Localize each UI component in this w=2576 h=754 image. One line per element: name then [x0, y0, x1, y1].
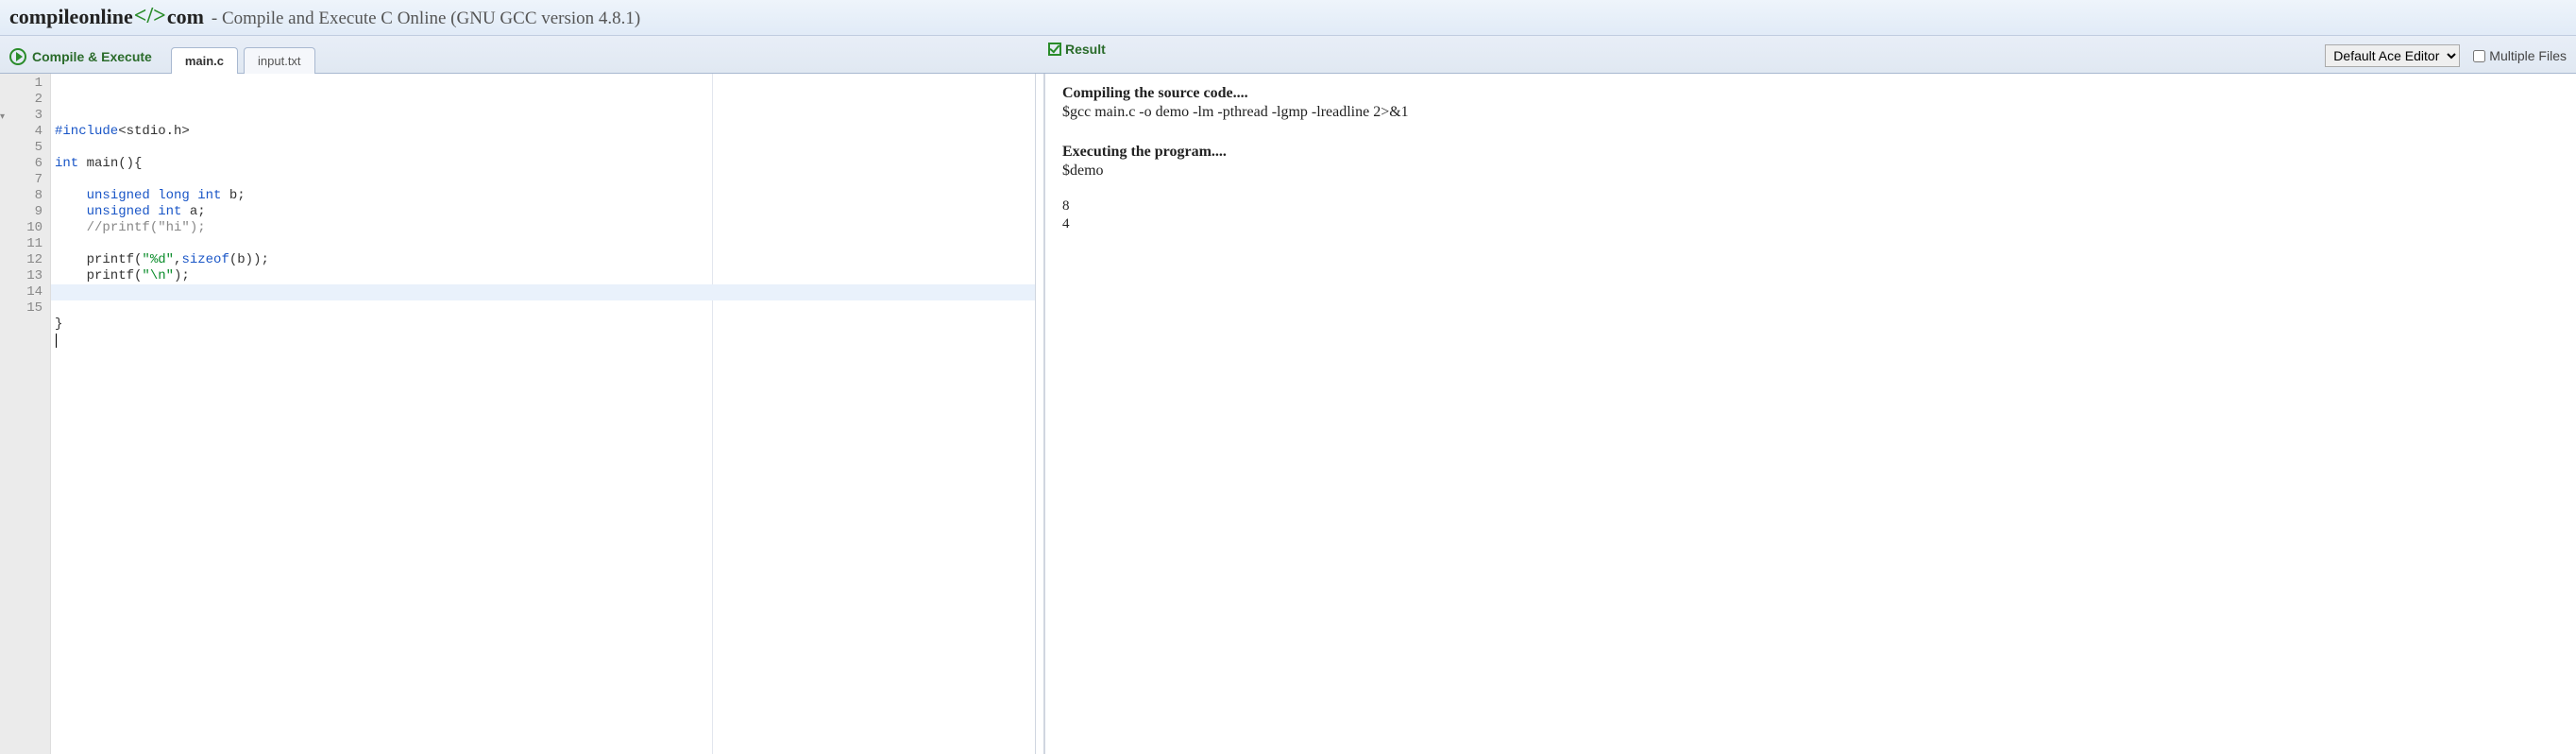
- result-header: Result: [1048, 42, 1106, 57]
- line-number: 12: [2, 252, 42, 268]
- file-tabs: main.c input.txt: [171, 46, 315, 73]
- compile-heading: Compiling the source code....: [1062, 85, 2559, 102]
- execute-heading: Executing the program....: [1062, 144, 2559, 161]
- compile-command: $gcc main.c -o demo -lm -pthread -lgmp -…: [1062, 104, 2559, 121]
- toolbar-right: Default Ace Editor Multiple Files: [2325, 44, 2567, 73]
- toolbar: Compile & Execute main.c input.txt Defau…: [0, 36, 2576, 74]
- line-number: 9: [2, 204, 42, 220]
- tab-main-c[interactable]: main.c: [171, 47, 238, 74]
- editor-select[interactable]: Default Ace Editor: [2325, 44, 2460, 67]
- line-number: 1: [2, 76, 42, 92]
- text-cursor: [56, 334, 57, 348]
- result-pane: Compiling the source code.... $gcc main.…: [1044, 74, 2576, 754]
- multiple-files-label: Multiple Files: [2489, 48, 2567, 63]
- page-subtitle: - Compile and Execute C Online (GNU GCC …: [212, 9, 640, 29]
- code-line[interactable]: [55, 333, 1031, 349]
- program-output-line: 8: [1062, 198, 2559, 214]
- code-line[interactable]: unsigned long int b;: [55, 188, 1031, 204]
- editor-gutter: 123▾456789101112131415: [0, 74, 51, 754]
- line-number: 15: [2, 300, 42, 317]
- active-line-highlight: [51, 284, 1035, 300]
- check-icon: [1048, 43, 1061, 56]
- logo-brackets-icon: </>: [134, 4, 166, 29]
- code-editor[interactable]: 123▾456789101112131415 #include<stdio.h>…: [0, 74, 1035, 754]
- code-line[interactable]: #include<stdio.h>: [55, 124, 1031, 140]
- code-line[interactable]: printf("\n");: [55, 268, 1031, 284]
- logo-text-left: compileonline: [9, 5, 133, 29]
- execute-command: $demo: [1062, 163, 2559, 180]
- line-number: 7: [2, 172, 42, 188]
- line-number: 11: [2, 236, 42, 252]
- code-line[interactable]: unsigned int a;: [55, 204, 1031, 220]
- line-number: 14: [2, 284, 42, 300]
- code-line[interactable]: [55, 172, 1031, 188]
- page-header: compileonline </> com - Compile and Exec…: [0, 0, 2576, 36]
- execute-block: Executing the program.... $demo 8 4: [1062, 144, 2559, 232]
- code-line[interactable]: [55, 236, 1031, 252]
- code-line[interactable]: [55, 140, 1031, 156]
- code-line[interactable]: [55, 300, 1031, 317]
- line-number: 3▾: [2, 108, 42, 124]
- compile-execute-label: Compile & Execute: [32, 49, 152, 64]
- logo-text-right: com: [167, 5, 204, 29]
- multiple-files-checkbox[interactable]: [2473, 50, 2485, 62]
- play-icon: [9, 48, 26, 65]
- code-line[interactable]: }: [55, 317, 1031, 333]
- result-label: Result: [1065, 42, 1106, 57]
- compile-block: Compiling the source code.... $gcc main.…: [1062, 85, 2559, 121]
- line-number: 4: [2, 124, 42, 140]
- editor-code-area[interactable]: #include<stdio.h> int main(){ unsigned lo…: [51, 74, 1035, 754]
- line-number: 5: [2, 140, 42, 156]
- code-line[interactable]: //printf("hi");: [55, 220, 1031, 236]
- tab-label: main.c: [185, 54, 224, 68]
- code-line[interactable]: printf("%d",sizeof(b));: [55, 252, 1031, 268]
- line-number: 8: [2, 188, 42, 204]
- line-number: 13: [2, 268, 42, 284]
- code-line[interactable]: [55, 349, 1031, 365]
- line-number: 2: [2, 92, 42, 108]
- compile-execute-button[interactable]: Compile & Execute: [9, 48, 152, 73]
- tab-input-txt[interactable]: input.txt: [244, 47, 315, 74]
- main-split: 123▾456789101112131415 #include<stdio.h>…: [0, 74, 2576, 754]
- site-logo: compileonline </> com: [9, 4, 204, 29]
- line-number: 6: [2, 156, 42, 172]
- program-output-line: 4: [1062, 216, 2559, 232]
- editor-vertical-guide: [712, 74, 713, 754]
- pane-divider[interactable]: [1035, 74, 1044, 754]
- line-number: 10: [2, 220, 42, 236]
- tab-label: input.txt: [258, 54, 301, 68]
- multiple-files-toggle[interactable]: Multiple Files: [2473, 48, 2567, 63]
- code-line[interactable]: int main(){: [55, 156, 1031, 172]
